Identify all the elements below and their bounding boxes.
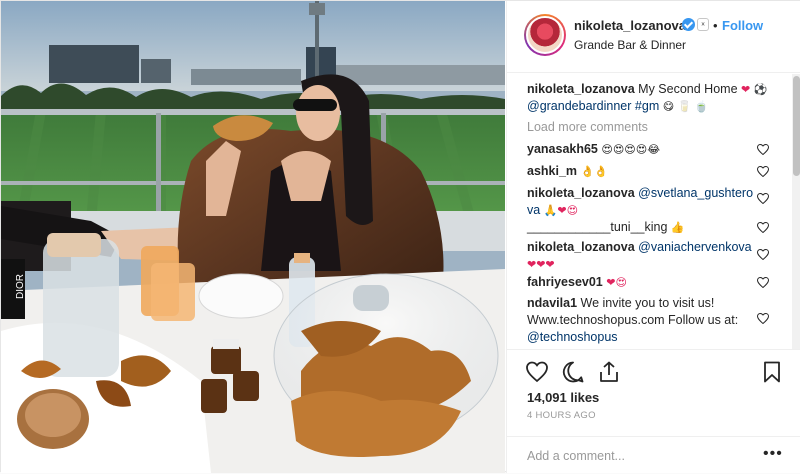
chevron-down-icon[interactable]: ⌄ ⌃ xyxy=(697,18,709,31)
post-photo-illustration: DIOR xyxy=(1,1,505,473)
more-options-button[interactable]: ••• xyxy=(763,445,783,463)
comment-emoji: ❤😍 xyxy=(606,276,627,289)
comment-like-heart-icon[interactable] xyxy=(757,277,769,288)
comments-list[interactable]: nikoleta_lozanova My Second Home ❤ ⚽ @gr… xyxy=(507,74,792,349)
comment-emoji: 😍😍😍😍😂 xyxy=(601,143,661,156)
comment-like-heart-icon[interactable] xyxy=(757,144,769,155)
comment-emoji: 👍 xyxy=(670,221,685,234)
comment-username[interactable]: nikoleta_lozanova xyxy=(527,240,635,254)
location-link[interactable]: Grande Bar & Dinner xyxy=(574,38,686,52)
post-photo[interactable]: DIOR xyxy=(1,1,505,473)
instagram-post: DIOR nikoleta_lozanova ⌄ ⌃ • Follow Grand… xyxy=(0,0,800,473)
comment-item: ndavila1 We invite you to visit us! Www.… xyxy=(527,295,757,346)
share-icon[interactable] xyxy=(597,360,621,384)
comment-mention[interactable]: @svetlana_gushtero xyxy=(638,186,753,200)
caption-emoji: ❤ ⚽ xyxy=(741,83,768,96)
comment-username[interactable]: nikoleta_lozanova xyxy=(527,186,635,200)
comment-username[interactable]: yanasakh65 xyxy=(527,142,598,156)
scrollbar-thumb[interactable] xyxy=(793,76,800,176)
caption-trailing-emoji: 😋 🥛 🍵 xyxy=(662,100,709,113)
comment-input[interactable] xyxy=(527,445,747,467)
avatar-image xyxy=(526,16,564,54)
separator-dot: • xyxy=(713,18,718,33)
comment-mention-cont[interactable]: va xyxy=(527,203,540,217)
caption-username[interactable]: nikoleta_lozanova xyxy=(527,82,635,96)
comment-emoji: ❤❤❤ xyxy=(527,258,555,271)
comment-like-heart-icon[interactable] xyxy=(757,249,769,260)
post-actions: 14,091 likes 4 HOURS AGO ••• xyxy=(507,349,800,473)
comment-like-heart-icon[interactable] xyxy=(757,166,769,177)
comment-emoji: 👌👌 xyxy=(580,165,608,178)
comment-item: fahriyesev01 ❤😍 xyxy=(527,274,627,291)
caption-hashtag[interactable]: #gm xyxy=(635,99,659,113)
verified-badge-icon xyxy=(682,18,695,31)
comment-like-heart-icon[interactable] xyxy=(757,222,769,233)
comment-like-heart-icon[interactable] xyxy=(757,193,769,204)
comment-icon[interactable] xyxy=(561,360,585,384)
dior-tag-text: DIOR xyxy=(15,274,26,299)
header-username[interactable]: nikoleta_lozanova xyxy=(574,18,686,33)
comment-mention[interactable]: @technoshopus xyxy=(527,330,618,344)
comment-item: nikoleta_lozanova @vaniachervenkova ❤❤❤ xyxy=(527,239,757,273)
follow-button[interactable]: Follow xyxy=(722,18,763,33)
comment-text[interactable]: ____________tuni__king xyxy=(527,220,667,234)
likes-count[interactable]: 14,091 likes xyxy=(527,390,599,405)
comment-item: ____________tuni__king 👍 xyxy=(527,219,685,236)
caption-mention[interactable]: @grandebardinner xyxy=(527,99,631,113)
comment-emoji: 🙏❤😍 xyxy=(543,204,579,217)
add-comment-bar: ••• xyxy=(507,436,800,474)
comment-mention[interactable]: @vaniachervenkova xyxy=(638,240,751,254)
comment-text-cont: Www.technoshopus.com Follow us at: xyxy=(527,313,739,327)
comment-username[interactable]: ndavila1 xyxy=(527,296,577,310)
caption: nikoleta_lozanova My Second Home ❤ ⚽ @gr… xyxy=(527,81,767,115)
post-header: nikoleta_lozanova ⌄ ⌃ • Follow Grande Bar… xyxy=(507,1,800,73)
comments-scrollbar[interactable] xyxy=(792,74,800,349)
comment-username[interactable]: ashki_m xyxy=(527,164,577,178)
heart-icon[interactable] xyxy=(525,360,549,384)
post-timestamp[interactable]: 4 HOURS AGO xyxy=(527,410,596,421)
avatar[interactable] xyxy=(524,14,566,56)
comment-username[interactable]: fahriyesev01 xyxy=(527,275,603,289)
comment-item: yanasakh65 😍😍😍😍😂 xyxy=(527,141,660,158)
post-side-panel: nikoleta_lozanova ⌄ ⌃ • Follow Grande Bar… xyxy=(506,1,800,473)
caption-text: My Second Home xyxy=(638,82,738,96)
comment-text: We invite you to visit us! xyxy=(580,296,715,310)
comment-item: nikoleta_lozanova @svetlana_gushtero va … xyxy=(527,185,757,219)
load-more-comments-button[interactable]: Load more comments xyxy=(527,120,648,134)
bookmark-icon[interactable] xyxy=(760,360,784,384)
comment-like-heart-icon[interactable] xyxy=(757,313,769,324)
comment-item: ashki_m 👌👌 xyxy=(527,163,608,180)
